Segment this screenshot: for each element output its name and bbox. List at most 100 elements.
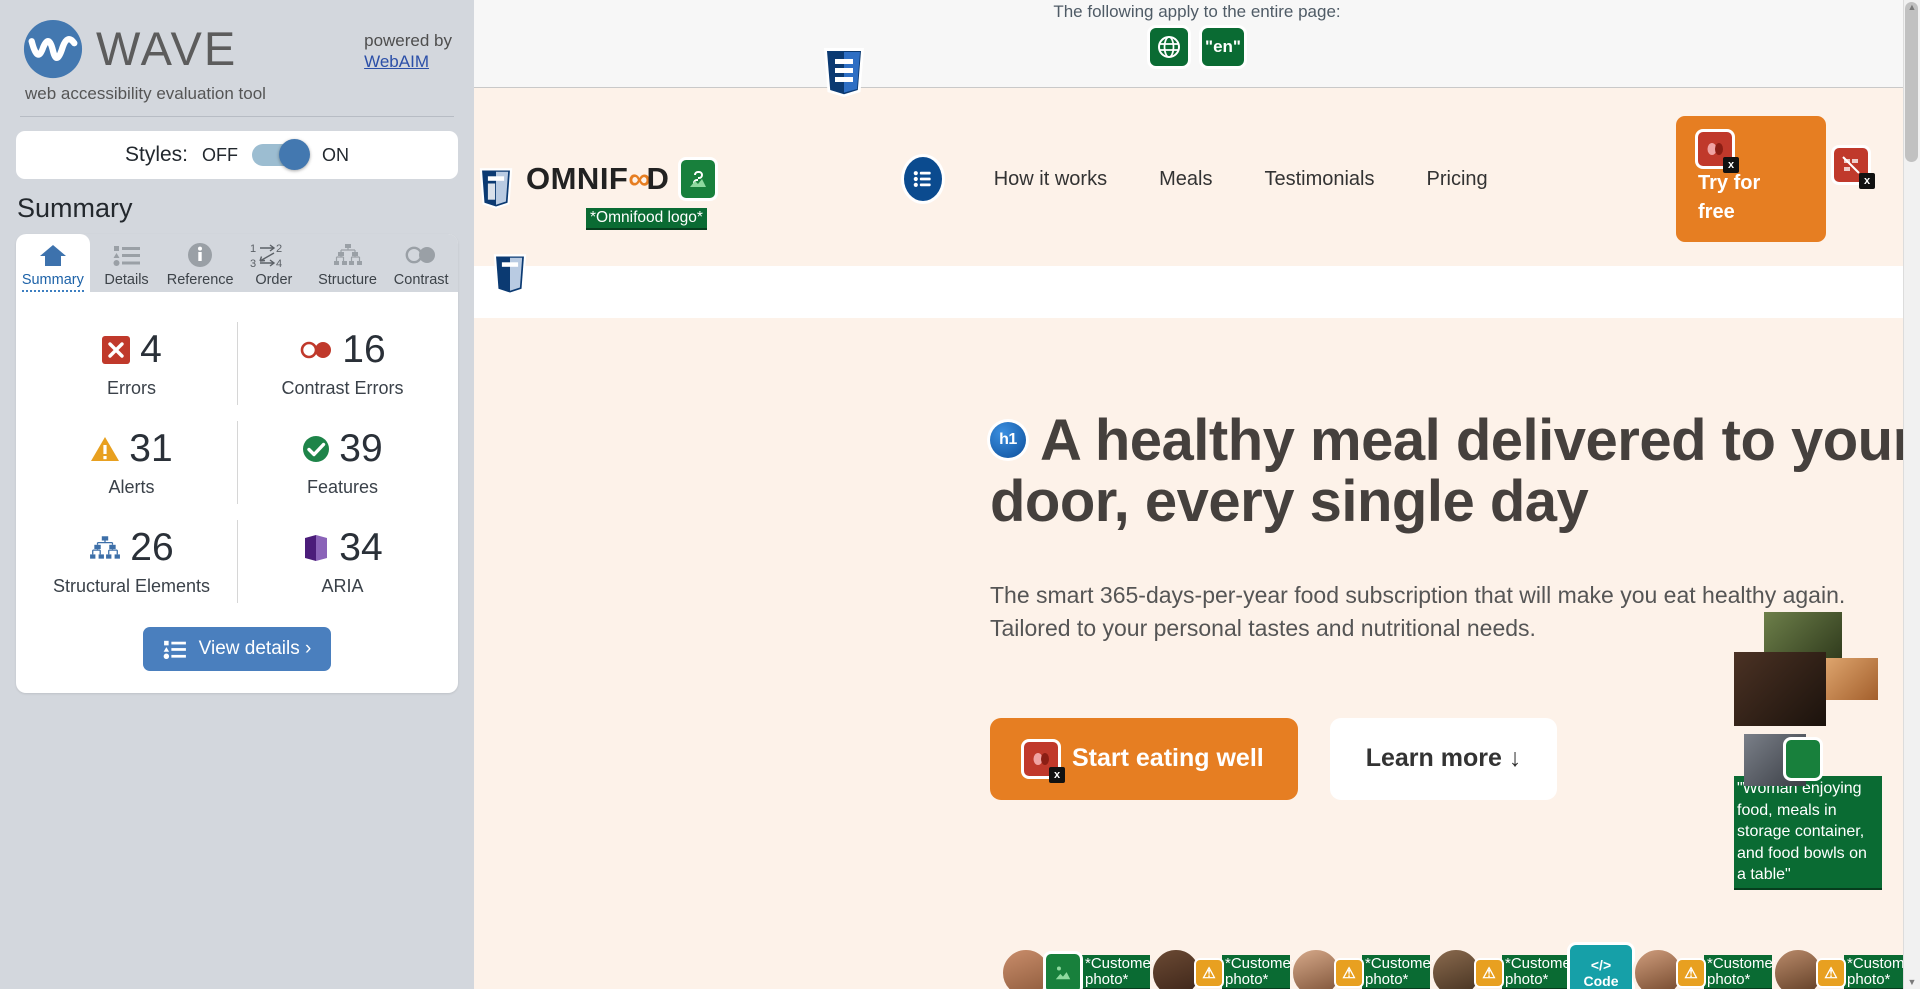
nav-link-meals[interactable]: Meals xyxy=(1159,168,1212,191)
stat-aria-count: 34 xyxy=(339,526,383,569)
powered-by: powered by WebAIM xyxy=(364,18,452,73)
avatar xyxy=(1772,946,1824,989)
learn-more-button[interactable]: Learn more ↓ xyxy=(1329,717,1558,800)
view-details-label: View details › xyxy=(198,638,312,659)
alert-icon[interactable]: ⚠ xyxy=(1476,959,1502,986)
error-icon[interactable]: x xyxy=(1698,132,1739,173)
page-preview: The following apply to the entire page: … xyxy=(474,0,1920,989)
sidebar-header: WAVE powered by WebAIM web accessibility… xyxy=(0,0,474,104)
image-link-icon[interactable] xyxy=(681,160,716,198)
omnifood-logo[interactable]: OMNIF∞D *Omnifood logo* xyxy=(479,160,716,230)
tab-reference[interactable]: Reference xyxy=(163,234,237,292)
nav-links: How it works Meals Testimonials Pricing xyxy=(903,157,1488,201)
stat-structural-elements[interactable]: 26 Structural Elements xyxy=(26,512,237,611)
tab-contrast-label: Contrast xyxy=(393,272,449,288)
stat-contrast-errors-label: Contrast Errors xyxy=(281,378,404,398)
contrast-icon xyxy=(384,240,458,270)
alert-icon[interactable]: ⚠ xyxy=(1336,959,1362,986)
panel-tabs: Summary Details Reference 1 2 3 4 Order … xyxy=(16,234,458,292)
tab-structure[interactable]: Structure xyxy=(311,234,385,292)
globe-icon[interactable] xyxy=(1150,28,1188,66)
page-scrollbar[interactable]: ▲ ▼ xyxy=(1903,0,1920,989)
webaim-link[interactable]: WebAIM xyxy=(364,51,452,72)
start-eating-well-button[interactable]: x Start eating well xyxy=(990,717,1298,800)
tab-summary-label: Summary xyxy=(21,272,84,288)
tab-contrast[interactable]: Contrast xyxy=(384,234,458,292)
wave-extension-window: WAVE powered by WebAIM web accessibility… xyxy=(0,0,1920,989)
stats-row: 31 Alerts 39 Features xyxy=(26,413,448,512)
logo-alt-text-label: *Omnifood logo* xyxy=(586,208,707,230)
code-icon[interactable]: </> Code xyxy=(1570,944,1632,989)
hero-image-stack xyxy=(1734,612,1884,786)
nav-link-how-it-works[interactable]: How it works xyxy=(994,168,1107,191)
avatar xyxy=(1632,946,1684,989)
image-icon[interactable] xyxy=(1046,953,1080,989)
wave-logo-icon xyxy=(22,18,84,80)
svg-text:3: 3 xyxy=(250,258,256,269)
stat-aria[interactable]: 34 ARIA xyxy=(237,512,448,611)
site-nav: OMNIF∞D *Omnifood logo* How it works Mea… xyxy=(474,88,1920,266)
tab-summary[interactable]: Summary xyxy=(16,234,90,292)
nav-list-icon[interactable] xyxy=(903,157,942,201)
stat-alerts[interactable]: 31 Alerts xyxy=(26,413,237,512)
region-icon[interactable] xyxy=(492,252,528,296)
try-for-free-button[interactable]: x Try for free xyxy=(1676,116,1826,242)
avatar xyxy=(1150,946,1202,989)
try-for-free-line1: Try for xyxy=(1698,172,1761,194)
structure-icon xyxy=(89,535,121,561)
stats-row: 4 Errors 16 Contrast Errors xyxy=(26,314,448,413)
hero-heading: A healthy meal delivered to your door, e… xyxy=(990,408,1915,535)
tab-order[interactable]: 1 2 3 4 Order xyxy=(237,234,311,292)
h1-badge-icon[interactable]: h1 xyxy=(990,422,1026,459)
nav-link-pricing[interactable]: Pricing xyxy=(1427,168,1488,191)
preview-viewport: The following apply to the entire page: … xyxy=(474,0,1920,989)
logo-infinity: ∞ xyxy=(628,161,650,196)
tab-order-label: Order xyxy=(255,272,293,288)
try-for-free-line2: free xyxy=(1698,201,1735,223)
styles-off-label: OFF xyxy=(202,144,239,165)
error-icon[interactable]: x xyxy=(1024,741,1065,783)
tab-reference-label: Reference xyxy=(166,272,234,288)
language-icon[interactable]: "en" xyxy=(1202,28,1244,66)
styles-toggle-switch[interactable] xyxy=(252,139,311,170)
alert-icon[interactable]: ⚠ xyxy=(1678,959,1704,986)
region-icon[interactable] xyxy=(478,166,514,210)
stat-features-label: Features xyxy=(306,477,379,497)
image-icon[interactable] xyxy=(1786,740,1820,778)
alert-icon[interactable]: ⚠ xyxy=(1196,959,1222,986)
wave-tagline: web accessibility evaluation tool xyxy=(25,84,266,103)
divider xyxy=(20,116,454,117)
avatar-alt-text: *Customer photo* xyxy=(1502,954,1576,989)
tab-details[interactable]: Details xyxy=(90,234,164,292)
wave-wordmark: WAVE xyxy=(96,22,238,75)
alert-icon[interactable]: ⚠ xyxy=(1818,959,1844,986)
list-icon xyxy=(163,639,187,659)
svg-text:1: 1 xyxy=(250,243,256,255)
code-label: Code xyxy=(1583,972,1619,989)
start-eating-well-label: Start eating well xyxy=(1072,744,1264,773)
nav-underlay-strip xyxy=(474,254,1920,318)
summary-panel: Summary Details Reference 1 2 3 4 Order … xyxy=(16,234,458,693)
omnifood-wordmark: OMNIF∞D xyxy=(526,161,669,197)
alert-icon xyxy=(90,435,120,463)
wave-sidebar: WAVE powered by WebAIM web accessibility… xyxy=(0,0,474,989)
global-notice-icons: "en" xyxy=(474,28,1920,66)
error-icon xyxy=(101,335,131,365)
svg-text:2: 2 xyxy=(276,243,282,255)
feature-icon xyxy=(302,435,330,463)
stat-contrast-errors[interactable]: 16 Contrast Errors xyxy=(237,314,448,413)
scroll-down-arrow[interactable]: ▼ xyxy=(1904,977,1920,987)
stat-structural-count: 26 xyxy=(130,526,174,569)
scroll-up-arrow[interactable]: ▲ xyxy=(1904,2,1920,12)
global-notices-bar: The following apply to the entire page: … xyxy=(474,0,1920,88)
omnifood-hero-section: OMNIF∞D *Omnifood logo* How it works Mea… xyxy=(474,48,1920,989)
stat-errors[interactable]: 4 Errors xyxy=(26,314,237,413)
code-glyph: </> xyxy=(1590,956,1612,973)
contrast-error-icon[interactable]: x xyxy=(1834,148,1875,189)
scrollbar-thumb[interactable] xyxy=(1905,2,1918,162)
nav-link-testimonials[interactable]: Testimonials xyxy=(1264,168,1374,191)
view-details-button[interactable]: View details › xyxy=(142,627,332,671)
tab-details-label: Details xyxy=(104,272,149,288)
stat-features[interactable]: 39 Features xyxy=(237,413,448,512)
hero-image xyxy=(1734,652,1826,726)
